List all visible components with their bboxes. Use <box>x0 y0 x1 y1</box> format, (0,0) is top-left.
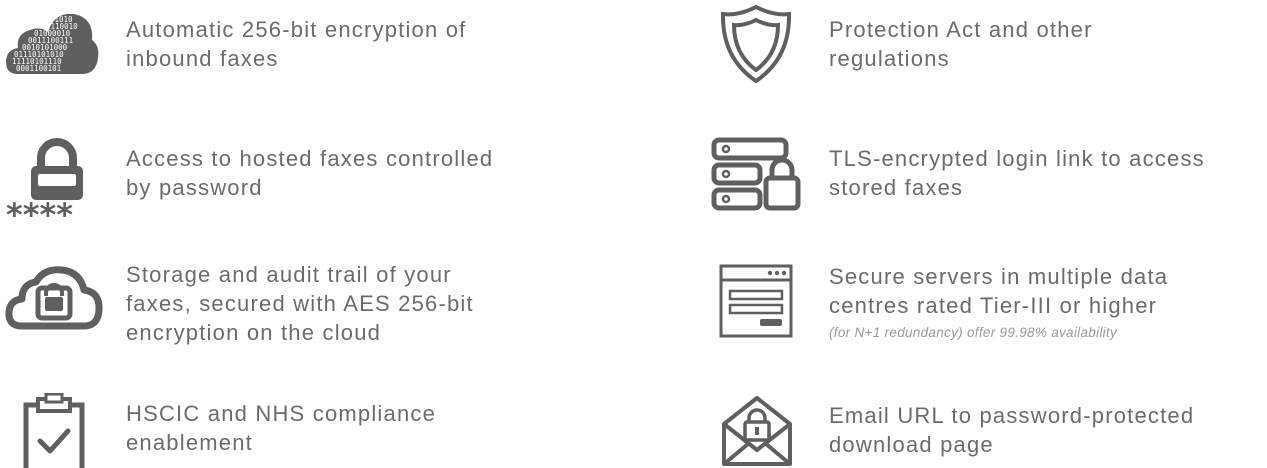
server-lock-icon <box>710 136 804 216</box>
password-mask: **** <box>6 196 73 234</box>
clipboard-check-icon <box>22 393 86 468</box>
feature-text-line: enablement <box>126 430 253 455</box>
feature-text-line: regulations <box>829 46 950 71</box>
feature-text-line: download page <box>829 432 994 457</box>
feature-text-line: Automatic 256-bit encryption of <box>126 17 467 42</box>
feature-text-line: encryption on the cloud <box>126 320 382 345</box>
binary-row: 0001100101 <box>16 64 61 73</box>
feature-note: (for N+1 redundancy) offer 99.98% availa… <box>829 325 1118 340</box>
feature-text-line: by password <box>126 175 263 200</box>
feature-text-line: faxes, secured with AES 256-bit <box>126 291 474 316</box>
feature-text-line: Email URL to password-protected <box>829 403 1195 428</box>
feature-text-line: Access to hosted faxes controlled <box>126 146 494 171</box>
feature-text-line: inbound faxes <box>126 46 279 71</box>
binary-cloud-icon: 01010 1110010 01000010 0011100111 001010… <box>4 8 100 78</box>
feature-text-line: Secure servers in multiple data <box>829 264 1169 289</box>
cloud-lock-icon <box>4 262 104 334</box>
feature-text-line: Storage and audit trail of your <box>126 262 452 287</box>
shield-icon <box>720 4 792 84</box>
feature-text-line: Protection Act and other <box>829 17 1093 42</box>
envelope-lock-icon <box>720 392 794 468</box>
feature-text-line: TLS-encrypted login link to access <box>829 146 1205 171</box>
feature-text-line: HSCIC and NHS compliance <box>126 401 437 426</box>
browser-window-icon <box>718 263 794 339</box>
feature-text-line: stored faxes <box>829 175 964 200</box>
feature-text-line: centres rated Tier-III or higher <box>829 293 1158 318</box>
